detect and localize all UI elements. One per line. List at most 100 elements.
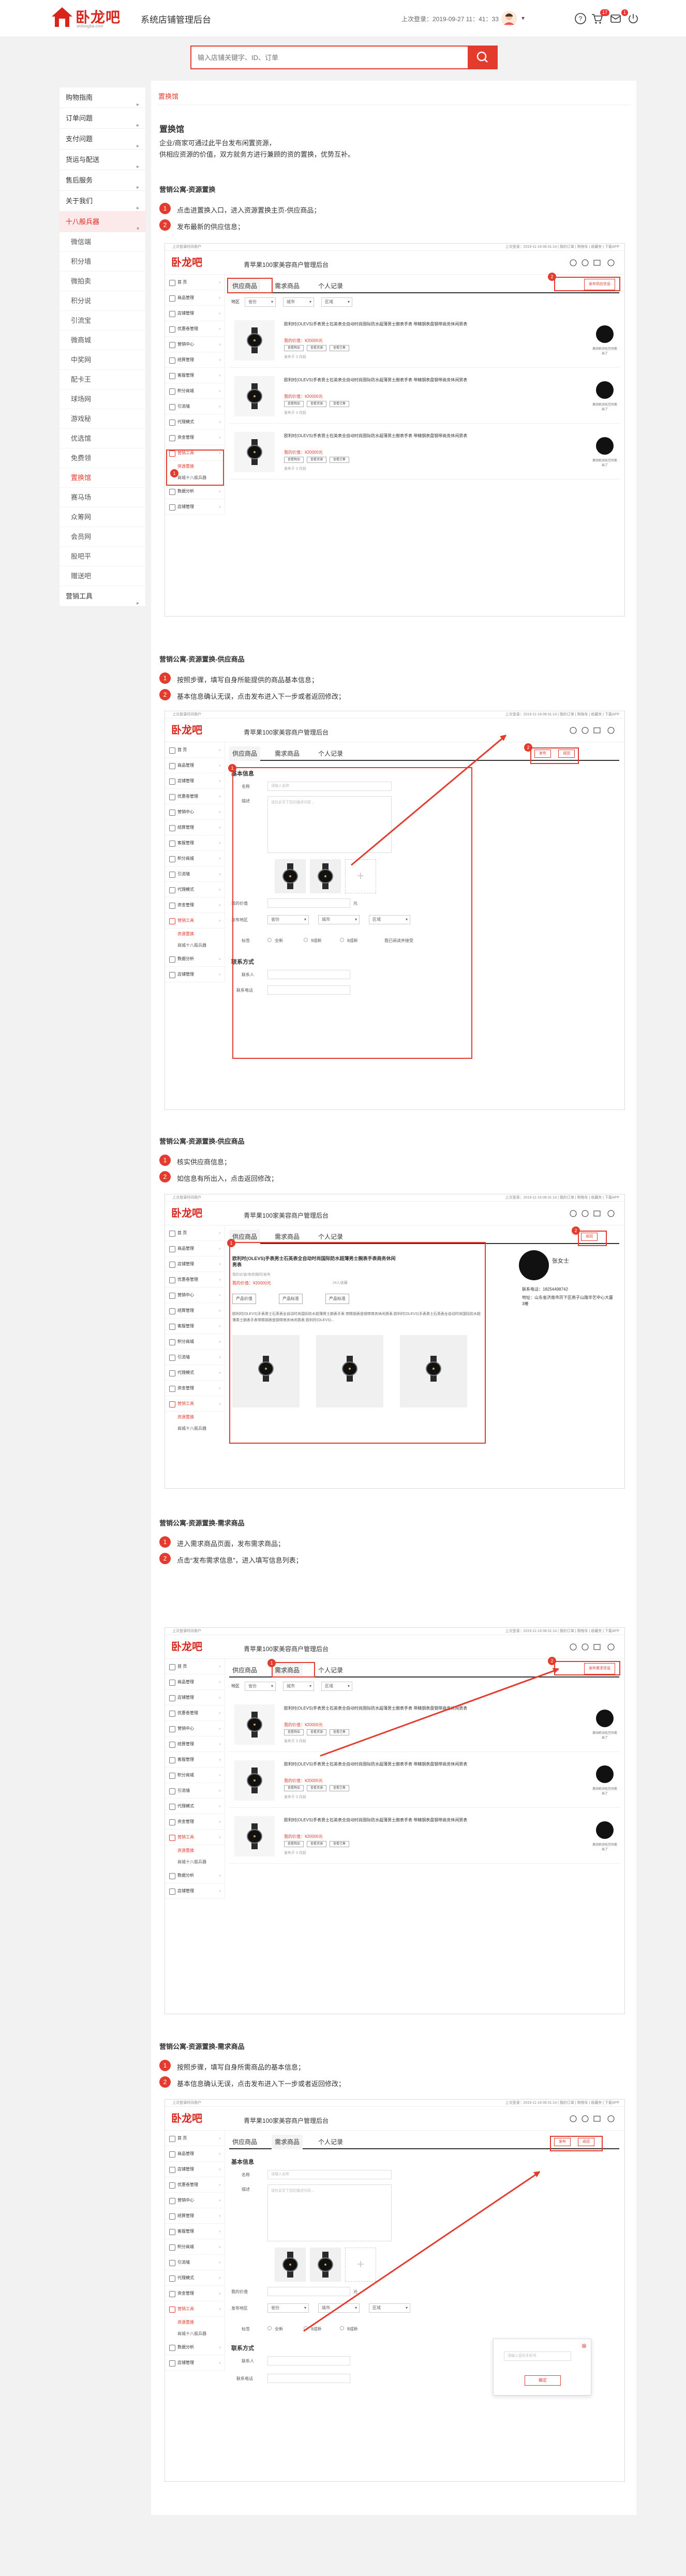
contact-input[interactable] [267, 2356, 350, 2365]
view-button[interactable]: 查看物品 [284, 401, 304, 407]
mock-nav[interactable]: 结算管理 [165, 352, 225, 368]
mock-nav[interactable]: 积分商城 [165, 851, 225, 866]
view-resource-button[interactable]: 查看资源 [307, 457, 327, 463]
mock-subnav-active[interactable]: 资源置换 [165, 1845, 225, 1856]
mock-nav-active[interactable]: 营销工具 [165, 1396, 225, 1412]
message-icon[interactable]: 1 [609, 9, 628, 25]
view-button[interactable]: 查看物品 [284, 345, 304, 351]
mock-nav[interactable]: 引流墙 [165, 399, 225, 414]
mock-nav[interactable]: 数据分析 [165, 951, 225, 967]
mock-nav[interactable]: 商品管理 [165, 1674, 225, 1690]
mock-nav[interactable]: 积分商城 [165, 2239, 225, 2255]
view-sold-button[interactable]: 查看已售 [330, 1841, 350, 1847]
nav-sub-item[interactable]: 引流宝 [59, 311, 145, 331]
mock-nav[interactable]: 营销中心 [165, 337, 225, 352]
nav-sub-item[interactable]: 赠送吧 [59, 566, 145, 586]
search-button[interactable] [468, 46, 498, 69]
nav-sub-item[interactable]: 优选馆 [59, 429, 145, 448]
mock-nav[interactable]: 店铺管理 [165, 2355, 225, 2371]
nav-sub-item[interactable]: 中奖网 [59, 350, 145, 370]
value-input[interactable] [267, 2287, 350, 2296]
power-icon[interactable] [627, 12, 639, 25]
mock-nav[interactable]: 优惠卷管理 [165, 1705, 225, 1721]
mock-subnav-active[interactable]: 资源置换 [165, 1412, 225, 1423]
mock-subnav-active[interactable]: 资源置换 [165, 2317, 225, 2328]
radio-button[interactable] [340, 2326, 344, 2330]
list-item[interactable]: 欧利时(OLEVS)手表男士石英表全自动时尚国际防水超薄男士腕表手表 带精钢表盘… [229, 1696, 619, 1752]
tab-records[interactable]: 个人记录 [315, 2135, 346, 2149]
mock-nav[interactable]: 积分商城 [165, 1768, 225, 1783]
view-button[interactable]: 查看物品 [284, 457, 304, 463]
nav-group-eighteen-weapons[interactable]: 十八般兵器 ▾ [59, 212, 145, 232]
nav-sub-item[interactable]: 积分说 [59, 291, 145, 311]
nav-group-shopping-guide[interactable]: 购物指南 ▸ [59, 87, 145, 108]
mock-nav[interactable]: 代理模式 [165, 1799, 225, 1814]
mock-nav[interactable]: 商品管理 [165, 290, 225, 306]
district-select[interactable]: 区域 [369, 2303, 410, 2313]
view-sold-button[interactable]: 查看已售 [330, 1785, 350, 1791]
list-item[interactable]: 欧利时(OLEVS)手表男士石英表全自动时尚国际防水超薄男士腕表手表 带精钢表盘… [229, 1808, 619, 1864]
mock-nav[interactable]: 客服管理 [165, 835, 225, 851]
view-button[interactable]: 查看物品 [284, 1841, 304, 1847]
mock-nav[interactable]: 结算管理 [165, 2208, 225, 2224]
name-input[interactable]: 请输入名称 [267, 2170, 392, 2179]
nav-sub-item[interactable]: 微商城 [59, 331, 145, 350]
tab-supply[interactable]: 供应商品 [229, 746, 261, 761]
user-dropdown-chevron-icon[interactable]: ▾ [521, 14, 525, 22]
view-sold-button[interactable]: 查看已售 [330, 457, 350, 463]
mock-nav[interactable]: 客服管理 [165, 368, 225, 383]
mock-nav[interactable]: 积分商城 [165, 383, 225, 399]
mock-nav[interactable]: 营销中心 [165, 804, 225, 820]
view-resource-button[interactable]: 查看资源 [307, 401, 327, 407]
nav-sub-item[interactable]: 股吧平 [59, 547, 145, 566]
cart-icon[interactable]: 17 [591, 9, 609, 25]
nav-sub-item[interactable]: 免费领 [59, 448, 145, 468]
mock-nav[interactable]: 首 页 [165, 742, 225, 758]
mock-nav[interactable]: 优惠卷管理 [165, 789, 225, 804]
nav-group-shipping[interactable]: 货运与配送 ▸ [59, 149, 145, 170]
tab-supply[interactable]: 供应商品 [229, 2135, 260, 2149]
tab-records[interactable]: 个人记录 [315, 279, 346, 293]
mock-nav[interactable]: 营销中心 [165, 2193, 225, 2208]
mock-subnav[interactable]: 商城十八般兵器 [165, 1423, 225, 1434]
dialog-phone-input[interactable]: 请输入您的手机号 [504, 2352, 571, 2361]
mock-nav[interactable]: 代理模式 [165, 414, 225, 430]
search-input[interactable] [191, 47, 466, 68]
mock-nav[interactable]: 客服管理 [165, 1752, 225, 1768]
tab-demand[interactable]: 需求商品 [272, 2135, 303, 2149]
user-avatar-icon[interactable] [501, 10, 517, 27]
view-resource-button[interactable]: 查看资源 [307, 1785, 327, 1791]
mock-nav-active[interactable]: 营销工具 [165, 913, 225, 928]
nav-group-after-sales[interactable]: 售后服务 ▸ [59, 170, 145, 191]
uploaded-image[interactable] [275, 2248, 306, 2282]
mock-subnav[interactable]: 商城十八般兵器 [165, 1856, 225, 1868]
mock-nav[interactable]: 资金管理 [165, 897, 225, 913]
mock-nav[interactable]: 代理模式 [165, 2270, 225, 2286]
nav-sub-item[interactable]: 球场网 [59, 390, 145, 409]
view-button[interactable]: 查看物品 [284, 1729, 304, 1735]
tab-records[interactable]: 个人记录 [315, 746, 346, 761]
list-item[interactable]: 欧利时(OLEVS)手表男士石英表全自动时尚国际防水超薄男士腕表手表 带精钢表盘… [229, 368, 619, 424]
mock-nav[interactable]: 结算管理 [165, 820, 225, 835]
list-item[interactable]: 欧利时(OLEVS)手表男士石英表全自动时尚国际防水超薄男士腕表手表 带精钢表盘… [229, 312, 619, 368]
mock-nav[interactable]: 店铺管理 [165, 1256, 225, 1272]
help-icon[interactable]: ? [574, 12, 587, 25]
mock-nav[interactable]: 结算管理 [165, 1303, 225, 1319]
mock-nav[interactable]: 资金管理 [165, 1814, 225, 1830]
nav-sub-item[interactable]: 微拍卖 [59, 272, 145, 291]
tab-demand[interactable]: 需求商品 [272, 279, 303, 293]
tab-records[interactable]: 个人记录 [315, 1663, 346, 1678]
add-image-plus-icon[interactable]: + [345, 2248, 376, 2282]
view-sold-button[interactable]: 查看已售 [330, 1729, 350, 1735]
nav-sub-item[interactable]: 众筹网 [59, 507, 145, 527]
mock-nav[interactable]: 数据分析 [165, 2340, 225, 2355]
mock-nav[interactable]: 店铺管理 [165, 773, 225, 789]
district-select[interactable]: 区域 [321, 1682, 352, 1691]
tab-supply[interactable]: 供应商品 [229, 1663, 260, 1678]
mock-nav[interactable]: 结算管理 [165, 1736, 225, 1752]
nav-group-about[interactable]: 关于我们 ▸ [59, 191, 145, 212]
mock-nav[interactable]: 店铺管理 [165, 1883, 225, 1899]
mock-nav[interactable]: 引流墙 [165, 1350, 225, 1365]
nav-sub-item[interactable]: 积分墙 [59, 252, 145, 272]
view-button[interactable]: 查看物品 [284, 1785, 304, 1791]
